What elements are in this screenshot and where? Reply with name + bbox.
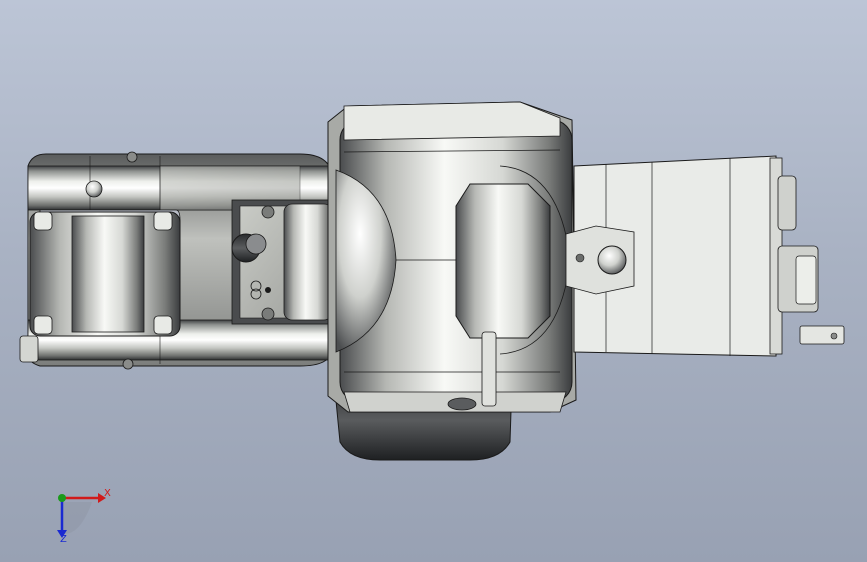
shoulder-joint[interactable] [327, 101, 577, 413]
cad-viewport[interactable]: X Z [0, 0, 867, 562]
arm-link[interactable] [19, 151, 333, 370]
z-axis-label: Z [60, 534, 67, 545]
orientation-triad: X Z [40, 480, 120, 550]
robot-arm-model[interactable] [0, 0, 867, 562]
y-axis-dot [58, 494, 66, 502]
x-axis-label: X [104, 488, 111, 499]
motor-housing[interactable] [565, 155, 845, 357]
